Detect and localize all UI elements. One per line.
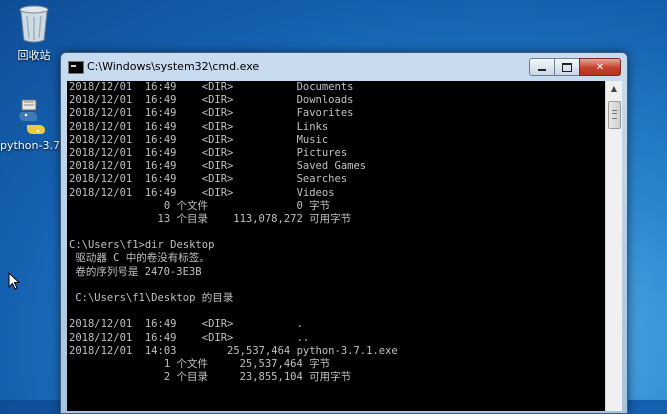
maximize-icon xyxy=(562,62,572,72)
title-bar[interactable]: C:\Windows\system32\cmd.exe ✕ xyxy=(61,53,627,81)
console-line: 2018/12/01 16:49 <DIR> Music xyxy=(69,133,329,146)
console-line: 2018/12/01 16:49 <DIR> Links xyxy=(69,120,329,133)
console-line: C:\Users\f1\Desktop 的目录 xyxy=(69,292,234,304)
console-line: 2018/12/01 16:49 <DIR> .. xyxy=(69,331,310,344)
minimize-button[interactable] xyxy=(529,58,555,76)
console-line: 2018/12/01 14:03 25,537,464 python-3.7.1… xyxy=(69,344,398,357)
console-line: 0 个文件 0 字节 xyxy=(69,199,331,212)
desktop-icon-recycle-bin[interactable]: 回收站 xyxy=(2,4,66,63)
console-line: C:\Users\f1>dir Desktop xyxy=(69,239,215,252)
console-line: 1 个文件 25,537,464 字节 xyxy=(69,357,331,370)
console-line: 2018/12/01 16:49 <DIR> Saved Games xyxy=(69,160,367,173)
maximize-button[interactable] xyxy=(554,58,580,76)
desktop-icon-python-installer[interactable]: python-3.7.: xyxy=(0,98,68,152)
scroll-thumb[interactable] xyxy=(608,101,621,129)
console-line: 2 个目录 23,855,104 可用字节 xyxy=(69,371,352,384)
close-icon: ✕ xyxy=(595,61,605,73)
console-lines: 2018/12/01 16:49 <DIR> Documents 2018/12/… xyxy=(69,81,398,384)
console-line: 2018/12/01 16:49 <DIR> Videos xyxy=(69,186,335,199)
console-line: 卷的序列号是 2470-3E3B xyxy=(69,265,202,278)
minimize-icon xyxy=(538,69,546,71)
console-output[interactable]: 2018/12/01 16:49 <DIR> Documents 2018/12/… xyxy=(67,81,605,411)
console-line: 2018/12/01 16:49 <DIR> Pictures xyxy=(69,146,348,159)
console-line: 13 个目录 113,078,272 可用字节 xyxy=(69,212,352,225)
desktop-icon-label: 回收站 xyxy=(17,49,51,62)
console-line: 2018/12/01 16:49 <DIR> . xyxy=(69,318,303,331)
close-button[interactable]: ✕ xyxy=(579,58,621,76)
window-controls: ✕ xyxy=(529,58,621,76)
console-line: 驱动器 C 中的卷没有标签。 xyxy=(69,252,210,265)
vertical-scrollbar[interactable]: ▲ xyxy=(605,81,622,411)
console-line: 2018/12/01 16:49 <DIR> Downloads xyxy=(69,94,354,107)
desktop-icon-label: python-3.7.: xyxy=(0,139,68,152)
console-line: 2018/12/01 16:49 <DIR> Favorites xyxy=(69,107,354,120)
console-line: 2018/12/01 16:49 <DIR> Searches xyxy=(69,173,348,186)
cmd-icon xyxy=(68,61,84,74)
recycle-bin-icon xyxy=(19,5,49,43)
cmd-window[interactable]: C:\Windows\system32\cmd.exe ✕ 2018/12/01… xyxy=(60,52,628,414)
scroll-up-button[interactable]: ▲ xyxy=(606,81,622,97)
mouse-pointer-icon xyxy=(8,272,20,290)
console-line: 2018/12/01 16:49 <DIR> Documents xyxy=(69,81,354,93)
python-installer-icon xyxy=(18,99,46,134)
window-title: C:\Windows\system32\cmd.exe xyxy=(87,60,260,73)
